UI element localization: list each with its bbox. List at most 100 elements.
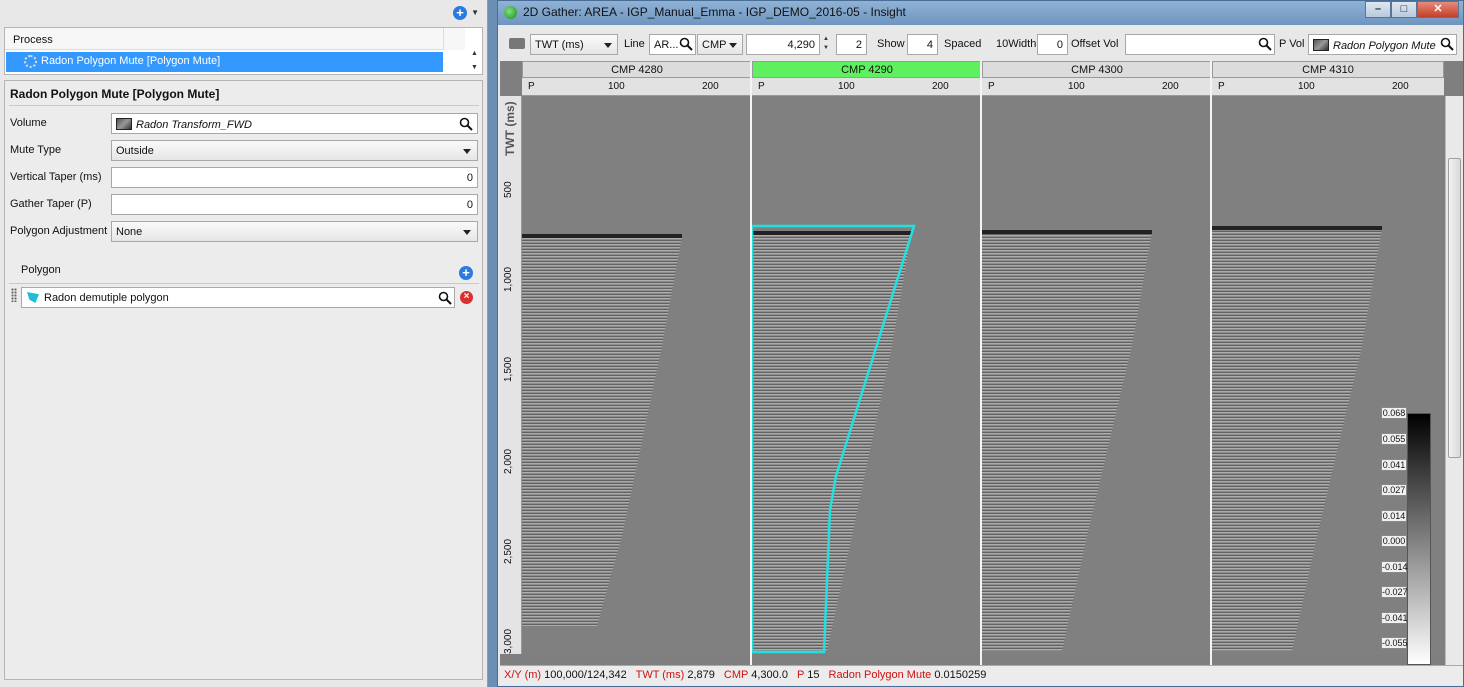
gather-toolbar: TWT (ms) Line AR... CMP 4,290 ▲ ▼ 2 Show … xyxy=(500,31,1461,57)
panel-divider xyxy=(750,61,752,665)
cmp-input[interactable]: 4,290 xyxy=(746,34,820,55)
polygon-value: Radon demutiple polygon xyxy=(44,292,169,304)
status-xy-label: X/Y (m) xyxy=(504,669,542,681)
colorbar-tick-label: -0.027 xyxy=(1381,586,1408,598)
p-tick-label: 200 xyxy=(1392,81,1409,92)
column-headers: CMP 4280 CMP 4290 CMP 4300 CMP 4310 xyxy=(522,61,1444,78)
width-input[interactable]: 0 xyxy=(1037,34,1068,55)
status-xy-value: 100,000/124,342 xyxy=(544,669,627,681)
mute-type-label: Mute Type xyxy=(10,144,62,156)
process-toolbar: + ▼ xyxy=(3,2,485,24)
column-header-cmp-4300[interactable]: CMP 4300 xyxy=(982,61,1212,78)
process-panel: + ▼ Process Radon Polygon Mute [Polygon … xyxy=(0,0,488,687)
colorbar-tick-label: -0.041 xyxy=(1381,612,1408,624)
chevron-down-icon xyxy=(604,43,612,48)
pvol-field[interactable]: Radon Polygon Mute xyxy=(1308,34,1457,55)
twt-tick-label: 2,000 xyxy=(503,448,514,474)
twt-tick-label: 500 xyxy=(503,181,514,198)
parameters-panel: Radon Polygon Mute [Polygon Mute] Volume… xyxy=(4,80,483,680)
p-tick-label: 100 xyxy=(1068,81,1085,92)
p-tick-label: 100 xyxy=(1298,81,1315,92)
offset-vol-field[interactable] xyxy=(1125,34,1275,55)
pvol-value: Radon Polygon Mute xyxy=(1333,40,1436,52)
chevron-down-icon xyxy=(729,43,737,48)
column-header-cmp-4310[interactable]: CMP 4310 xyxy=(1212,61,1444,78)
drag-handle-icon[interactable] xyxy=(11,288,17,302)
search-icon[interactable] xyxy=(438,291,452,305)
column-header-cmp-4290[interactable]: CMP 4290 xyxy=(752,61,982,78)
width-label: 10Width xyxy=(996,38,1037,50)
cmp-spinner[interactable]: ▲ ▼ xyxy=(820,35,832,54)
panel-divider xyxy=(980,61,982,665)
polygon-section-title: Polygon xyxy=(21,264,61,276)
twt-axis: TWT (ms) 500 1,000 1,500 2,000 2,500 3,0… xyxy=(500,96,522,654)
search-icon[interactable] xyxy=(679,37,693,51)
minimize-button[interactable]: – xyxy=(1365,1,1391,18)
polygon-adjustment-select[interactable]: None xyxy=(111,221,478,242)
p-axis: P 100 200 P 100 200 P 100 200 P 100 200 xyxy=(522,78,1444,96)
colorbar-tick-label: 0.055 xyxy=(1381,433,1407,445)
line-field[interactable]: AR... xyxy=(649,34,696,55)
process-column-header-extra xyxy=(443,28,465,50)
p-tick-label: P xyxy=(1218,81,1225,92)
polygon-adjustment-value: None xyxy=(116,226,143,238)
offset-vol-label: Offset Vol xyxy=(1071,38,1119,50)
maximize-button[interactable]: □ xyxy=(1391,1,1417,18)
twt-axis-title: TWT (ms) xyxy=(503,101,517,156)
status-p-value: 15 xyxy=(807,669,820,681)
app-icon xyxy=(504,6,517,19)
status-cmp-value: 4,300.0 xyxy=(751,669,788,681)
search-icon[interactable] xyxy=(459,117,473,131)
seismic-traces xyxy=(522,234,682,626)
mute-type-select[interactable]: Outside xyxy=(111,140,478,161)
remove-polygon-icon[interactable]: × xyxy=(460,291,473,304)
p-tick-label: P xyxy=(758,81,765,92)
p-axis-cmp-4300: P 100 200 xyxy=(982,78,1212,96)
search-icon[interactable] xyxy=(1258,37,1272,51)
close-button[interactable]: ✕ xyxy=(1417,1,1459,18)
gather-display[interactable]: CMP 4280 CMP 4290 CMP 4300 CMP 4310 P 10… xyxy=(500,61,1463,665)
colorbar-tick-label: -0.014 xyxy=(1381,561,1408,573)
scrollbar-thumb[interactable] xyxy=(1448,158,1461,458)
status-p-label: P xyxy=(797,669,805,681)
add-process-icon[interactable]: + xyxy=(453,6,467,20)
vertical-taper-label: Vertical Taper (ms) xyxy=(10,171,102,183)
search-icon[interactable] xyxy=(1440,37,1454,51)
divider xyxy=(9,105,479,106)
domain-select[interactable]: TWT (ms) xyxy=(530,34,618,55)
vertical-taper-input[interactable]: 0 xyxy=(111,167,478,188)
process-list-item[interactable]: Radon Polygon Mute [Polygon Mute] xyxy=(6,52,443,72)
step-input[interactable]: 2 xyxy=(836,34,867,55)
gather-panel-cmp-4280[interactable] xyxy=(522,96,750,654)
process-list-scrollbar[interactable]: ▲ ▼ xyxy=(467,50,482,74)
p-axis-cmp-4290: P 100 200 xyxy=(752,78,982,96)
gather-panel-cmp-4290[interactable] xyxy=(752,96,980,654)
polygon-field[interactable]: Radon demutiple polygon xyxy=(21,287,455,308)
p-tick-label: 200 xyxy=(1162,81,1179,92)
volume-icon xyxy=(1313,39,1329,51)
line-value: AR... xyxy=(654,39,679,51)
domain-value: TWT (ms) xyxy=(535,39,584,51)
window-title: 2D Gather: AREA - IGP_Manual_Emma - IGP_… xyxy=(523,5,906,19)
divider xyxy=(9,283,479,284)
volume-icon xyxy=(116,118,132,130)
gather-panel-cmp-4300[interactable] xyxy=(982,96,1210,654)
vertical-scrollbar[interactable] xyxy=(1445,96,1463,665)
colorbar-tick-label: 0.027 xyxy=(1381,484,1407,496)
polygon-icon xyxy=(27,292,39,303)
chevron-down-icon[interactable]: ▼ xyxy=(471,8,479,17)
gather-type-select[interactable]: CMP xyxy=(697,34,743,55)
process-column-header: Process xyxy=(5,28,443,50)
column-header-cmp-4280[interactable]: CMP 4280 xyxy=(522,61,752,78)
show-input[interactable]: 4 xyxy=(907,34,938,55)
process-list: Process Radon Polygon Mute [Polygon Mute… xyxy=(4,27,483,75)
status-cmp-label: CMP xyxy=(723,669,749,681)
process-item-label: Radon Polygon Mute [Polygon Mute] xyxy=(41,55,221,67)
p-tick-label: P xyxy=(988,81,995,92)
status-bar: X/Y (m) 100,000/124,342 TWT (ms) 2,879 C… xyxy=(500,665,1463,685)
window-titlebar[interactable]: 2D Gather: AREA - IGP_Manual_Emma - IGP_… xyxy=(498,1,1463,25)
camera-icon[interactable] xyxy=(509,38,525,49)
volume-field[interactable]: Radon Transform_FWD xyxy=(111,113,478,134)
gather-taper-input[interactable]: 0 xyxy=(111,194,478,215)
add-polygon-icon[interactable]: + xyxy=(459,266,473,280)
